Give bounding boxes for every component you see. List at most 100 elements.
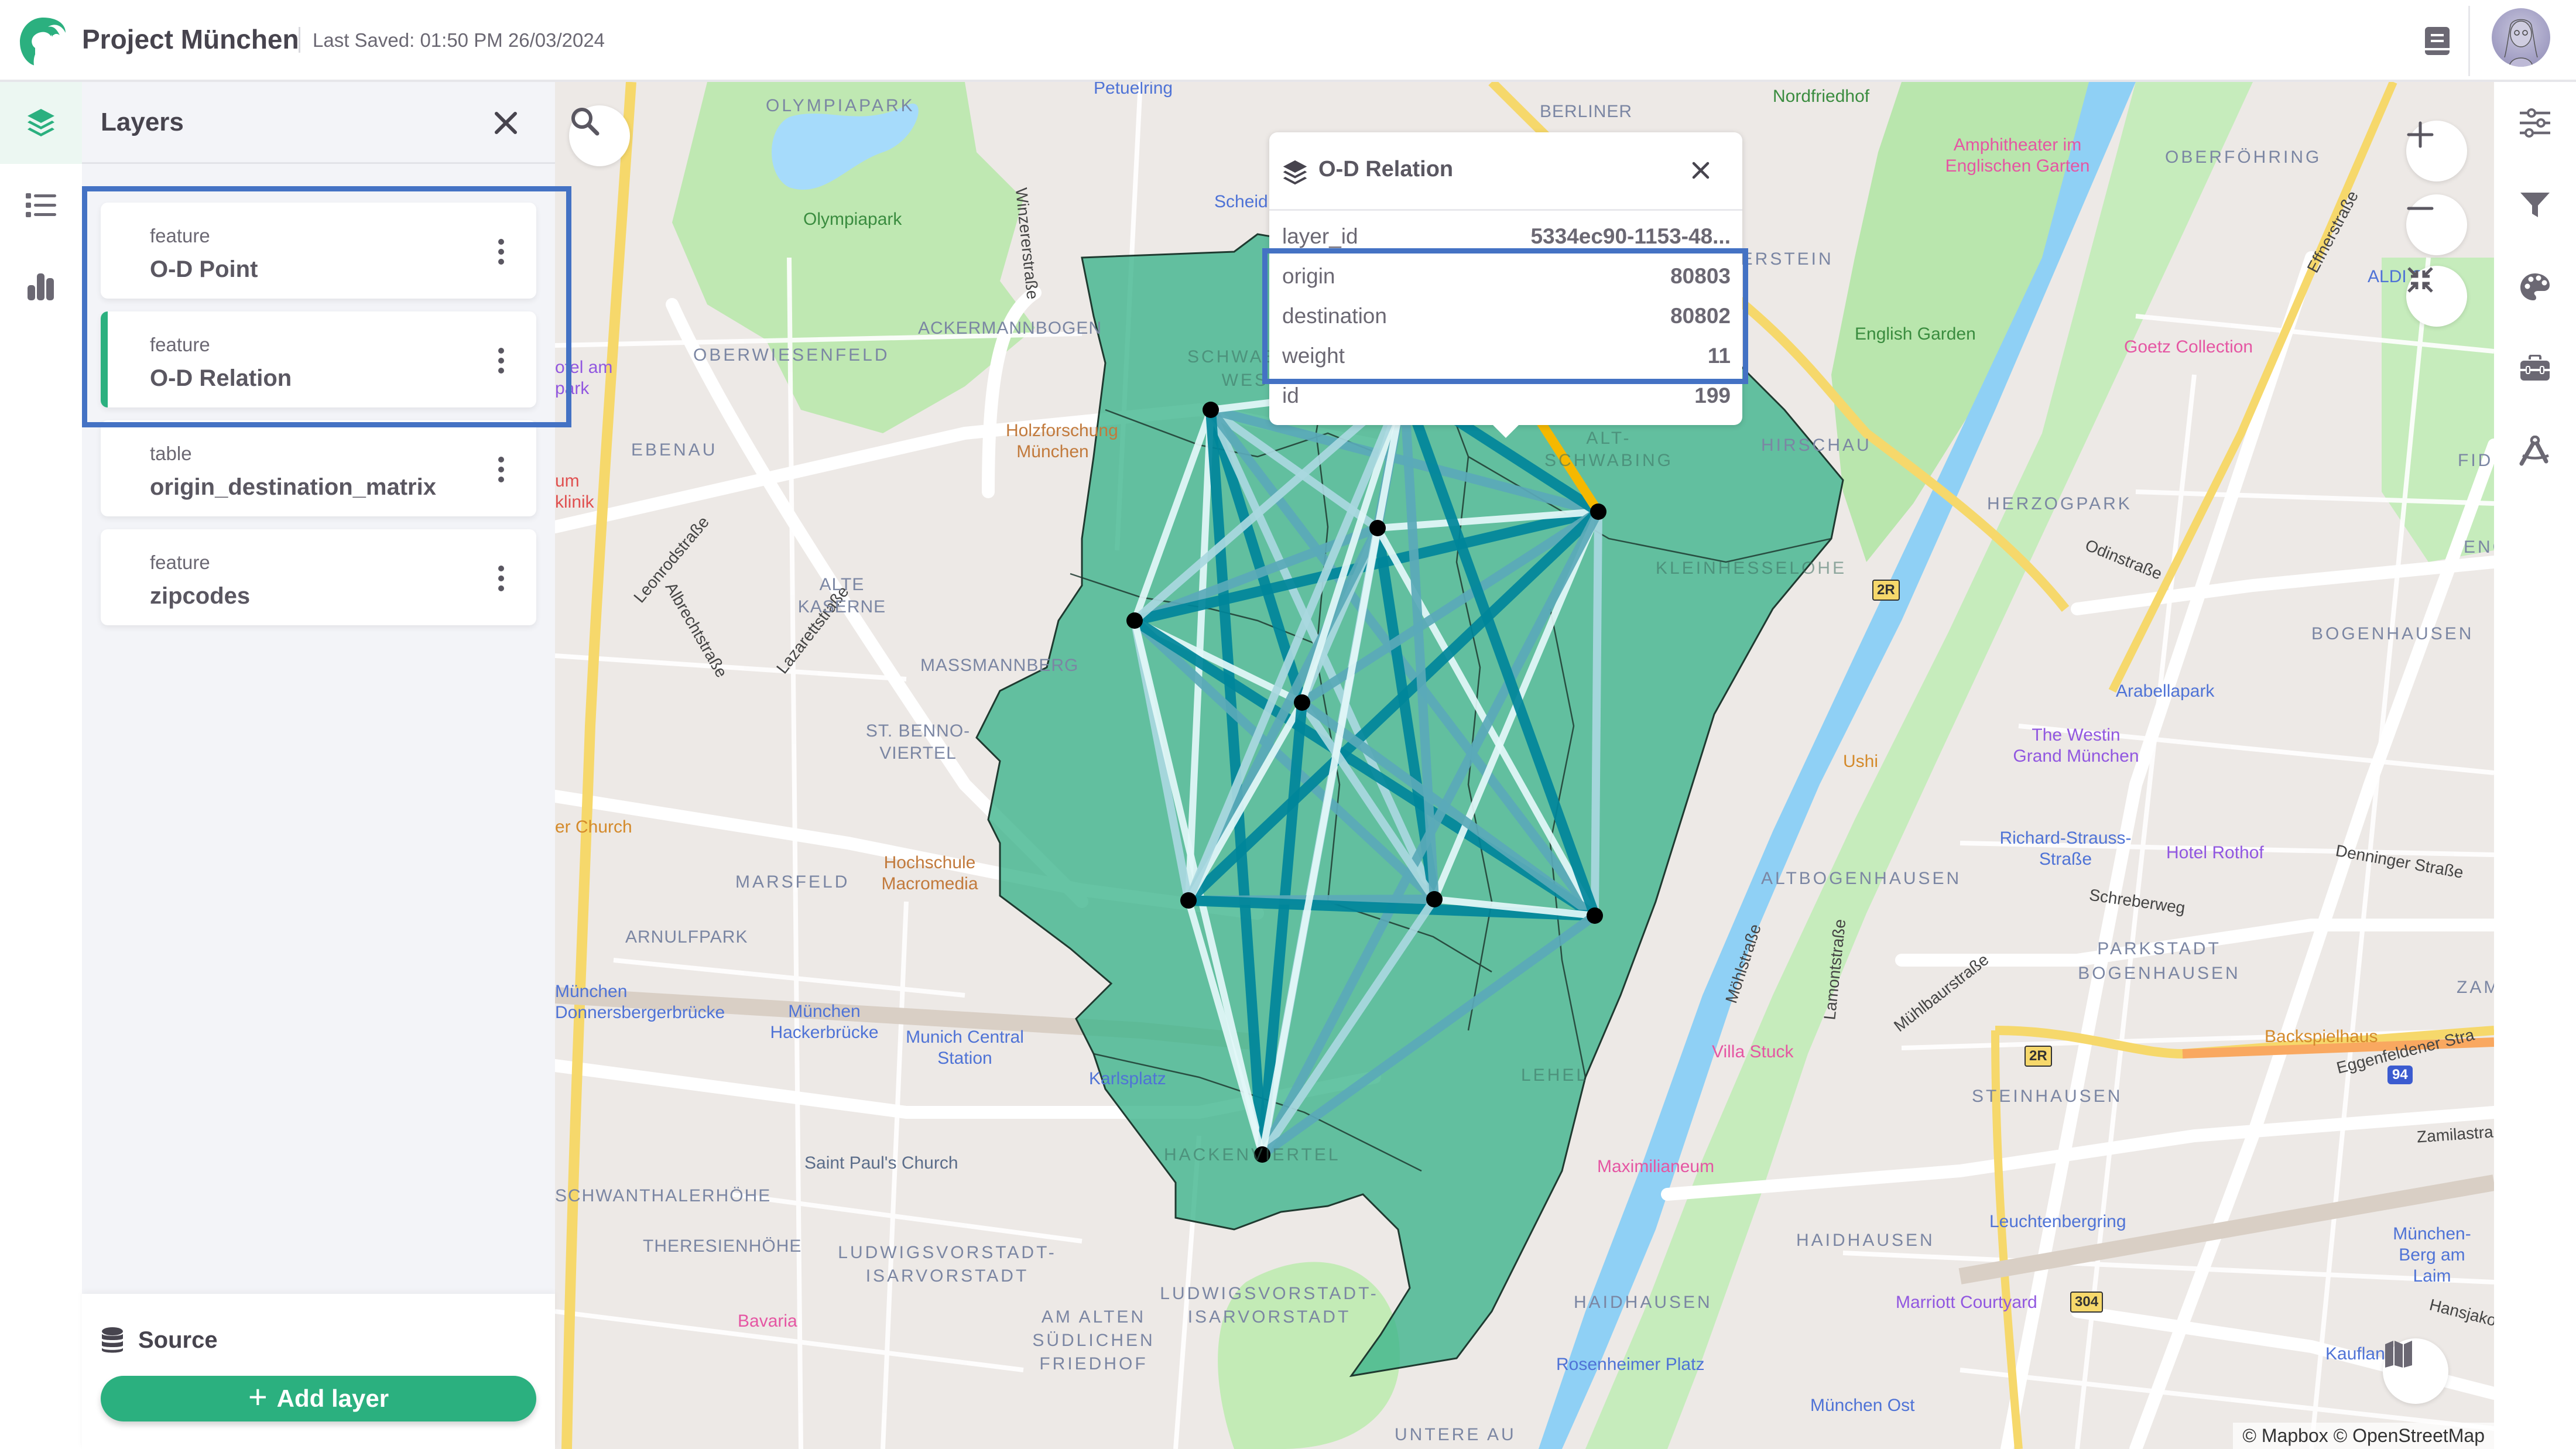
map-label: MASSMANNBERG — [920, 656, 1079, 675]
zoom-in-button[interactable] — [2406, 121, 2467, 181]
last-saved-status: Last Saved: 01:50 PM 26/03/2024 — [313, 29, 605, 51]
popup-row-weight: weight 11 — [1282, 337, 1731, 375]
add-layer-button[interactable]: + Add layer — [101, 1376, 536, 1421]
filter-icon — [2520, 193, 2550, 217]
layer-item-od-relation[interactable]: feature O-D Relation — [101, 311, 536, 407]
map-label: LUDWIGSVORSTADT- ISARVORSTADT — [838, 1243, 1057, 1286]
layer-item-origin-destination-matrix[interactable]: table origin_destination_matrix — [101, 420, 536, 516]
map-search-button[interactable] — [569, 105, 630, 166]
popup-key: destination — [1282, 304, 1387, 328]
popup-row-origin: origin 80803 — [1282, 258, 1731, 295]
fit-bounds-button[interactable] — [2406, 266, 2467, 327]
layers-panel-footer: Source + Add layer — [82, 1294, 555, 1449]
od-point[interactable] — [1587, 907, 1603, 924]
popup-value: 199 — [1694, 383, 1731, 407]
close-icon — [495, 112, 517, 134]
map-label: um klinik — [555, 471, 594, 512]
map-label: ALT-SCHWABING — [1544, 429, 1673, 470]
popup-value: 5334ec90-1153-48... — [1530, 224, 1731, 248]
map-label: OBERWIESENFELD — [693, 345, 890, 365]
layer-name-label: O-D Point — [150, 256, 258, 282]
map-attribution[interactable]: © Mapbox © OpenStreetMap — [2233, 1423, 2494, 1449]
layers-icon — [28, 109, 54, 136]
popup-row-destination: destination 80802 — [1282, 297, 1731, 335]
map-label: Amphitheater im Englischen Garten — [1945, 135, 2090, 176]
close-panel-button[interactable] — [488, 105, 523, 141]
map-label: Scheid — [1214, 192, 1268, 211]
od-point[interactable] — [1126, 612, 1143, 629]
popup-close-button[interactable] — [1686, 156, 1715, 185]
map-label: ARNULFPARK — [625, 927, 748, 947]
popup-key: origin — [1282, 264, 1335, 288]
basemap-style-button[interactable] — [2383, 1338, 2448, 1404]
popup-value: 80803 — [1670, 264, 1731, 288]
layer-more-options-icon[interactable] — [489, 453, 513, 486]
plus-icon — [2407, 121, 2434, 148]
popup-key: id — [1282, 383, 1299, 407]
od-point[interactable] — [1203, 402, 1219, 418]
map-label: Saint Paul's Church — [804, 1153, 958, 1173]
bar-chart-icon — [28, 273, 54, 300]
map-label: Bavaria — [738, 1311, 797, 1331]
map-label: ST. BENNO-VIERTEL — [865, 721, 971, 763]
map-label: EBENAU — [631, 440, 718, 460]
layer-name-label: origin_destination_matrix — [150, 474, 436, 500]
source-section[interactable]: Source — [101, 1327, 218, 1354]
popup-row-layer-id: layer_id 5334ec90-1153-48... — [1282, 218, 1731, 255]
documentation-icon[interactable] — [2421, 25, 2454, 57]
zoom-out-button[interactable] — [2406, 194, 2467, 255]
od-point[interactable] — [1590, 503, 1606, 520]
tool-settings[interactable] — [2494, 82, 2576, 164]
map-label: OLYMPIAPARK — [766, 96, 915, 115]
tool-draw[interactable] — [2494, 410, 2576, 492]
od-relation-line[interactable] — [1259, 912, 1598, 1159]
layer-more-options-icon[interactable] — [489, 562, 513, 595]
database-icon — [102, 1327, 123, 1353]
layer-name-label: zipcodes — [150, 583, 251, 609]
popup-key: weight — [1282, 344, 1345, 368]
map-label: The Westin Grand München — [2013, 725, 2139, 766]
map-label: München Ost — [1810, 1396, 1915, 1415]
close-icon — [1692, 162, 1710, 179]
header-separator — [2468, 6, 2470, 76]
tool-filter[interactable] — [2494, 164, 2576, 246]
map-label: Goetz Collection — [2124, 337, 2253, 357]
toolbox-icon — [2520, 355, 2550, 381]
map-label: München-Berg am Laim — [2393, 1224, 2471, 1286]
map-label: English Garden — [1855, 324, 1976, 344]
tool-style[interactable] — [2494, 246, 2576, 328]
layer-item-od-point[interactable]: feature O-D Point — [101, 203, 536, 299]
layer-type-label: feature — [150, 551, 210, 573]
map-label: SCHWANTHALERHÖHE — [555, 1186, 772, 1205]
tool-toolbox[interactable] — [2494, 328, 2576, 410]
popup-value: 80802 — [1670, 304, 1731, 328]
user-avatar[interactable] — [2492, 8, 2550, 67]
od-point[interactable] — [1369, 520, 1386, 536]
popup-title: O-D Relation — [1318, 157, 1454, 181]
layer-more-options-icon[interactable] — [489, 235, 513, 268]
add-layer-label: Add layer — [276, 1385, 389, 1412]
map-label: HAIDHAUSEN — [1574, 1293, 1712, 1312]
list-icon — [26, 193, 56, 217]
od-relation-line[interactable] — [1591, 511, 1602, 916]
map-label: ALTBOGENHAUSEN — [1761, 869, 1962, 888]
map-label: Leuchtenbergring — [1989, 1212, 2126, 1231]
od-point[interactable] — [1294, 694, 1310, 711]
map-label: ZAMDO — [2457, 978, 2494, 997]
map-label: Marriott Courtyard — [1896, 1293, 2037, 1312]
map-label: Ushi — [1843, 752, 1879, 771]
layers-panel: Layers feature O-D Point feature O-D Rel… — [82, 82, 555, 1449]
od-point[interactable] — [1426, 891, 1443, 907]
rail-tab-legend[interactable] — [0, 164, 82, 246]
project-title: Project München — [82, 24, 299, 54]
map-icon — [2385, 1341, 2412, 1368]
layer-more-options-icon[interactable] — [489, 344, 513, 377]
rail-tab-layers[interactable] — [0, 82, 82, 164]
app-logo-icon[interactable] — [18, 15, 68, 67]
rail-tab-charts[interactable] — [0, 246, 82, 328]
map-label: Maximilianeum — [1597, 1157, 1715, 1176]
layer-item-zipcodes[interactable]: feature zipcodes — [101, 529, 536, 625]
plus-icon: + — [248, 1378, 268, 1415]
map-label: UNTERE AU — [1395, 1425, 1516, 1444]
od-point[interactable] — [1180, 892, 1197, 909]
